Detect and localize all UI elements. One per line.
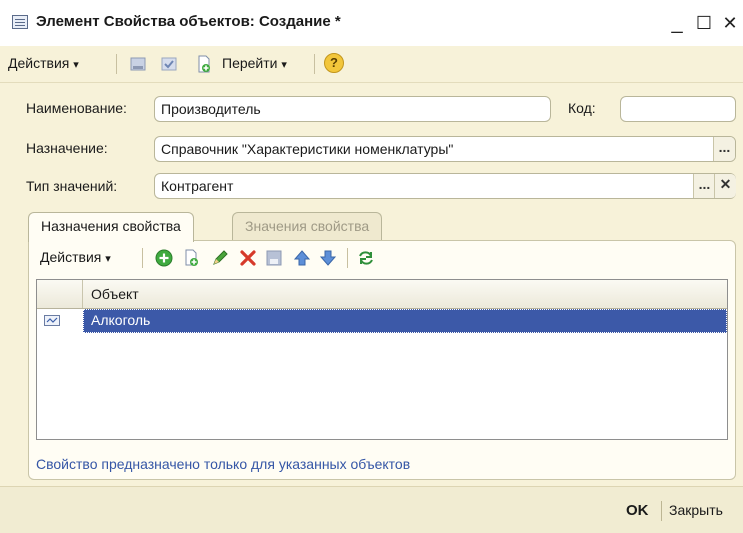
goto-menu-label: Перейти bbox=[222, 55, 278, 71]
toolbar-separator bbox=[314, 54, 315, 74]
selected-row-highlight bbox=[83, 309, 727, 333]
add-row-icon[interactable] bbox=[154, 248, 174, 268]
column-separator bbox=[82, 280, 83, 308]
end-edit-icon[interactable] bbox=[264, 248, 284, 268]
grid-actions-label: Действия bbox=[40, 249, 102, 265]
main-toolbar: Действия ▾ Перейти ▾ ? bbox=[0, 46, 743, 83]
chevron-down-icon: ▾ bbox=[281, 59, 287, 71]
name-input[interactable]: Производитель bbox=[154, 96, 551, 122]
delete-icon[interactable] bbox=[238, 248, 258, 268]
maximize-button[interactable]: ☐ bbox=[693, 10, 715, 36]
form-window-icon bbox=[12, 15, 28, 29]
toolbar-separator bbox=[142, 248, 143, 268]
purpose-select-button[interactable]: ... bbox=[713, 137, 735, 161]
name-label: Наименование: bbox=[26, 100, 127, 116]
tab-property-values[interactable]: Значения свойства bbox=[232, 212, 383, 240]
refresh-icon[interactable] bbox=[356, 248, 376, 268]
tab-property-purpose[interactable]: Назначения свойства bbox=[28, 212, 194, 242]
help-icon[interactable]: ? bbox=[324, 53, 344, 73]
purpose-hint-text: Свойство предназначено только для указан… bbox=[36, 456, 411, 472]
footer-separator bbox=[661, 501, 662, 521]
ok-button[interactable]: OK bbox=[626, 502, 649, 519]
catalog-item-icon bbox=[44, 315, 60, 326]
toolbar-separator bbox=[347, 248, 348, 268]
toolbar-separator bbox=[116, 54, 117, 74]
footer-bar: OK Закрыть bbox=[0, 486, 743, 533]
code-input[interactable] bbox=[620, 96, 736, 122]
close-window-button[interactable]: ✕ bbox=[719, 10, 741, 36]
objects-table[interactable]: Объект Алкоголь bbox=[36, 279, 728, 440]
save-record-icon[interactable] bbox=[128, 54, 148, 74]
minimize-button[interactable]: _ bbox=[666, 10, 688, 36]
goto-menu-button[interactable]: Перейти ▾ bbox=[222, 55, 287, 71]
copy-row-icon[interactable] bbox=[182, 248, 202, 268]
row-object-cell[interactable]: Алкоголь bbox=[91, 312, 150, 328]
actions-menu-label: Действия bbox=[8, 55, 70, 71]
purpose-input[interactable]: Справочник "Характеристики номенклатуры" bbox=[154, 136, 736, 162]
row-icon-cell bbox=[37, 309, 82, 333]
column-header-object[interactable]: Объект bbox=[91, 286, 139, 302]
edit-pencil-icon[interactable] bbox=[210, 248, 230, 268]
table-header: Объект bbox=[37, 280, 727, 309]
title-bar: Элемент Свойства объектов: Создание * _ … bbox=[0, 0, 743, 46]
table-row[interactable]: Алкоголь bbox=[37, 309, 727, 333]
purpose-value: Справочник "Характеристики номенклатуры" bbox=[161, 141, 454, 157]
move-up-icon[interactable] bbox=[292, 248, 312, 268]
chevron-down-icon: ▾ bbox=[105, 253, 111, 265]
write-and-close-icon[interactable] bbox=[159, 54, 179, 74]
type-select-button[interactable]: ... bbox=[693, 174, 715, 198]
window-title: Элемент Свойства объектов: Создание * bbox=[36, 13, 341, 30]
chevron-down-icon: ▾ bbox=[73, 59, 79, 71]
close-button[interactable]: Закрыть bbox=[669, 502, 723, 518]
actions-menu-button[interactable]: Действия ▾ bbox=[8, 55, 79, 71]
type-value: Контрагент bbox=[161, 178, 234, 194]
code-label: Код: bbox=[568, 100, 596, 116]
move-down-icon[interactable] bbox=[318, 248, 338, 268]
type-input[interactable]: Контрагент bbox=[154, 173, 736, 199]
type-label: Тип значений: bbox=[26, 178, 118, 194]
purpose-label: Назначение: bbox=[26, 140, 108, 156]
type-clear-button[interactable]: ✕ bbox=[714, 174, 736, 198]
grid-actions-menu-button[interactable]: Действия ▾ bbox=[40, 249, 111, 265]
new-document-icon[interactable] bbox=[194, 54, 214, 74]
